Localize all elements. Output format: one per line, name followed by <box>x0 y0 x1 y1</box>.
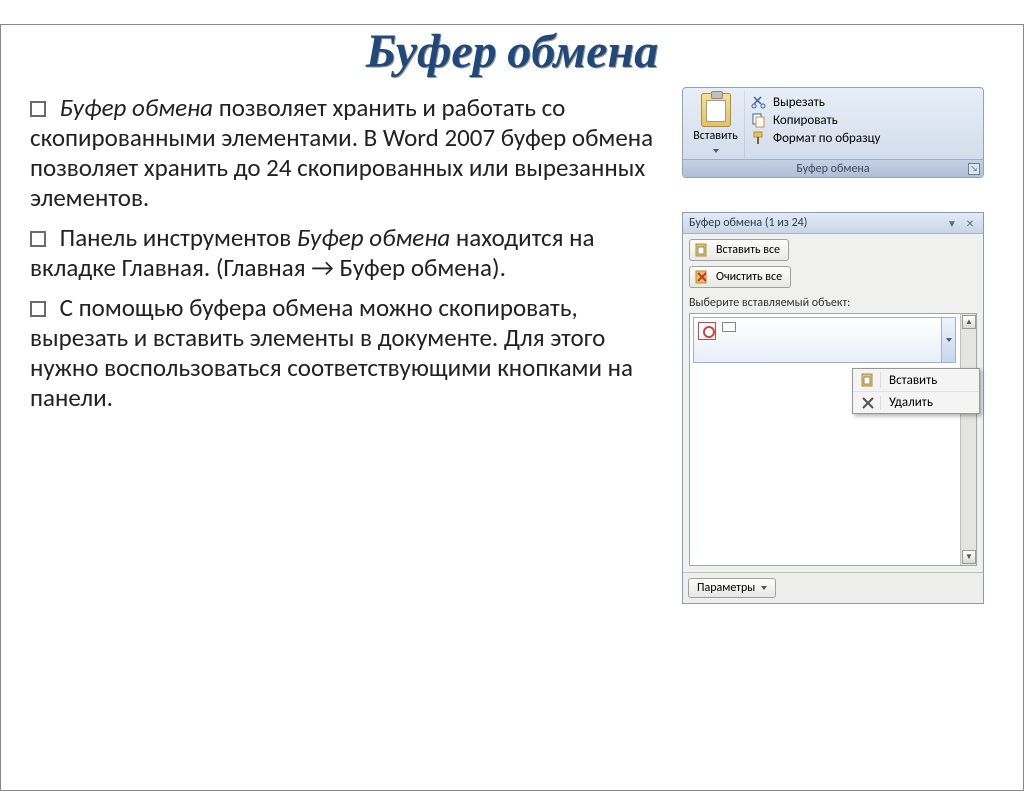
pane-header: Буфер обмена (1 из 24) ▼ ✕ <box>683 213 983 234</box>
paste-all-icon <box>694 242 710 258</box>
clipboard-items-list: ▲ ▼ Вставить <box>689 313 977 566</box>
select-object-label: Выберите вставляемый объект: <box>689 296 977 310</box>
ctx-delete-item[interactable]: Удалить <box>853 392 979 413</box>
ctx-paste-label: Вставить <box>889 373 937 388</box>
close-icon[interactable]: ✕ <box>963 217 977 229</box>
scrollbar[interactable]: ▲ ▼ <box>960 314 976 565</box>
clipboard-icon <box>701 93 731 127</box>
chevron-down-icon <box>761 586 767 590</box>
pane-footer: Параметры <box>683 572 983 603</box>
params-button[interactable]: Параметры <box>688 578 776 598</box>
pane-header-controls: ▼ ✕ <box>945 217 977 229</box>
ribbon-small-buttons: Вырезать Копировать Формат по образцу <box>745 91 979 159</box>
copy-button[interactable]: Копировать <box>749 111 975 129</box>
scroll-up-icon[interactable]: ▲ <box>962 315 976 329</box>
caption-text: Буфер обмена <box>796 162 869 176</box>
pane-title: Буфер обмена (1 из 24) <box>689 216 807 230</box>
ribbon-body: Вставить Вырезать Копировать <box>683 88 983 159</box>
item-dropdown-icon[interactable] <box>941 318 955 362</box>
delete-icon <box>859 396 881 410</box>
powerpoint-item-icon <box>698 322 716 340</box>
paste-all-label: Вставить все <box>716 243 780 257</box>
params-label: Параметры <box>697 581 755 595</box>
dialog-launcher-icon[interactable]: ↘ <box>968 163 980 175</box>
menu-chevron-icon[interactable]: ▼ <box>945 217 959 229</box>
images-column: Вставить Вырезать Копировать <box>682 87 992 604</box>
clipboard-item[interactable] <box>693 317 956 363</box>
cut-label: Вырезать <box>773 95 825 110</box>
scroll-down-icon[interactable]: ▼ <box>962 550 976 564</box>
ribbon-clipboard-group: Вставить Вырезать Копировать <box>682 87 984 178</box>
paste-all-button[interactable]: Вставить все <box>689 239 789 261</box>
format-painter-label: Формат по образцу <box>773 131 880 146</box>
context-menu: Вставить Удалить <box>852 368 980 414</box>
clipboard-pane: Буфер обмена (1 из 24) ▼ ✕ Вставить все … <box>682 212 984 604</box>
copy-icon <box>751 112 767 128</box>
cut-button[interactable]: Вырезать <box>749 93 975 111</box>
clear-all-label: Очистить все <box>716 270 782 284</box>
clear-all-button[interactable]: Очистить все <box>689 266 791 288</box>
clear-all-icon <box>694 269 710 285</box>
paste-icon <box>859 372 881 388</box>
copy-label: Копировать <box>773 113 838 128</box>
paste-button[interactable]: Вставить <box>687 91 745 159</box>
ctx-delete-label: Удалить <box>889 395 933 410</box>
chevron-down-icon <box>713 149 719 153</box>
paintbrush-icon <box>751 130 767 146</box>
scissors-icon <box>751 94 767 110</box>
ctx-paste-item[interactable]: Вставить <box>853 369 979 392</box>
ribbon-group-caption: Буфер обмена ↘ <box>683 159 983 177</box>
paste-label: Вставить <box>689 129 742 143</box>
format-painter-button[interactable]: Формат по образцу <box>749 129 975 147</box>
item-preview-icon <box>722 322 736 332</box>
